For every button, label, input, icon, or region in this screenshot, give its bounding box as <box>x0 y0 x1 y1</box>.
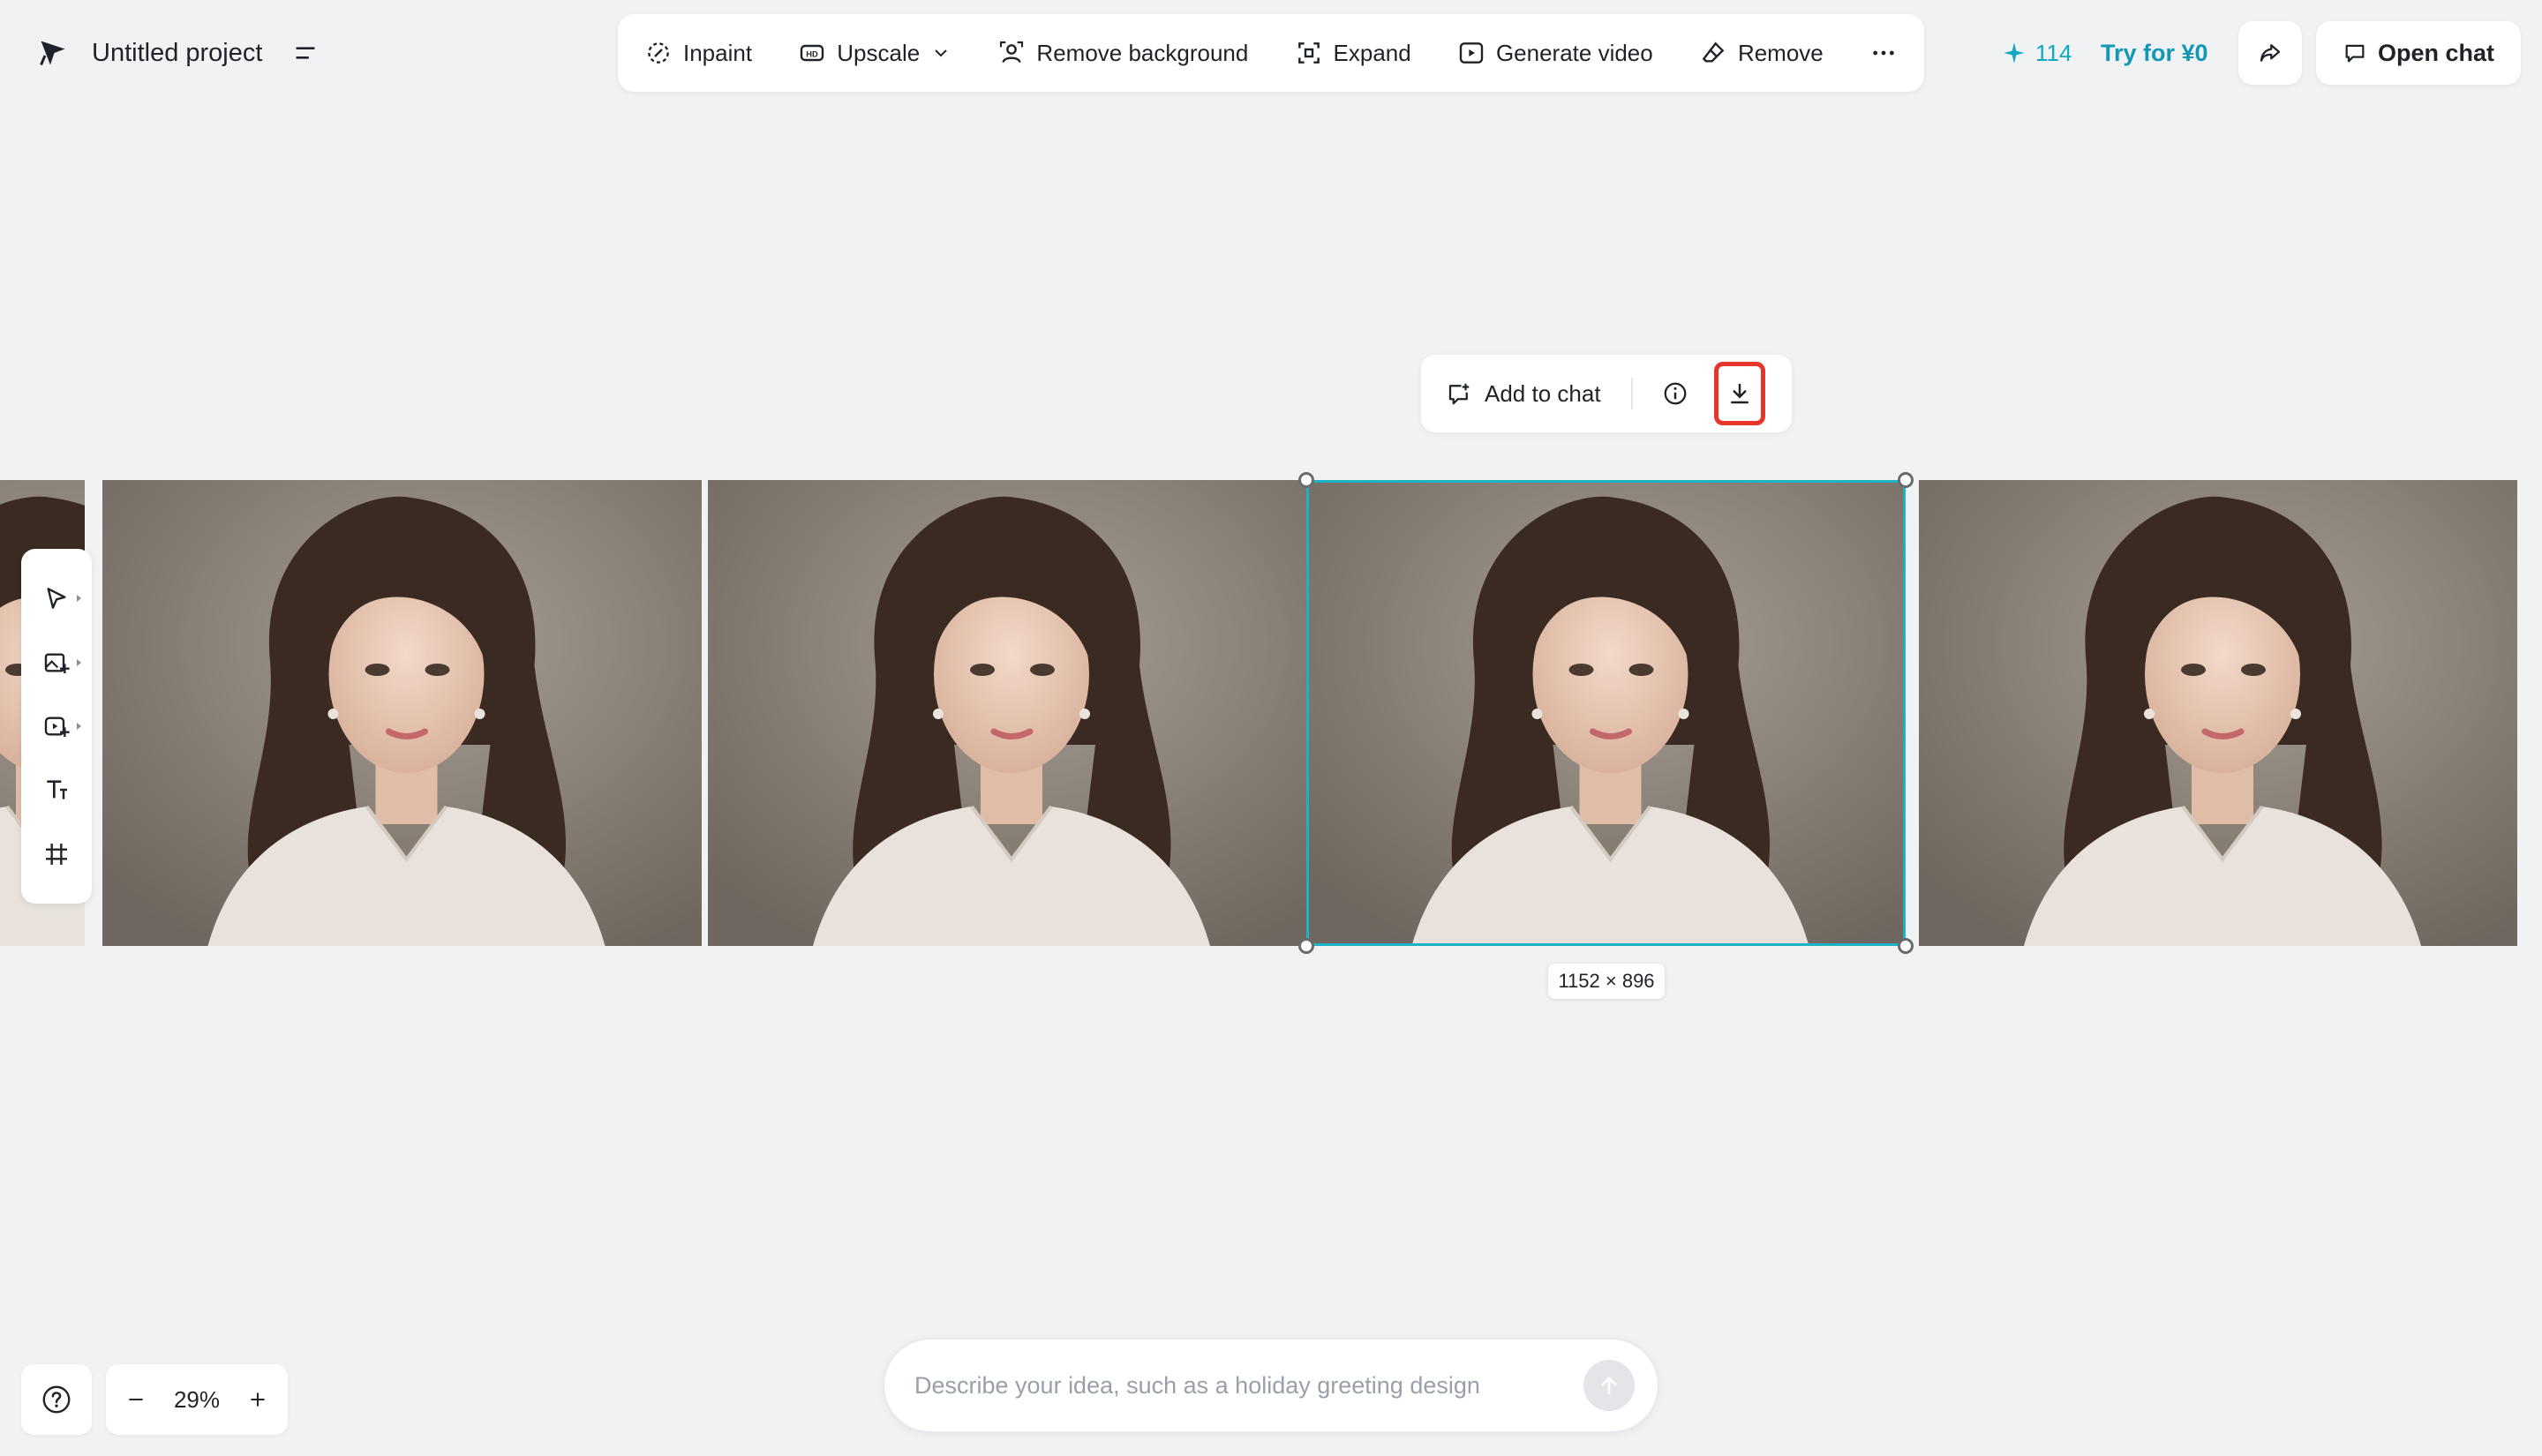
send-button[interactable] <box>1583 1360 1635 1411</box>
open-chat-label: Open chat <box>2377 39 2495 66</box>
expand-label: Expand <box>1333 39 1411 66</box>
image-generate-tool[interactable] <box>30 638 83 687</box>
resize-handle-bottom-right[interactable] <box>1898 938 1914 954</box>
upscale-label: Upscale <box>837 39 921 66</box>
caret-icon <box>77 658 81 666</box>
image-dimensions-label: 1152 × 896 <box>1548 964 1665 999</box>
play-icon <box>1457 39 1485 67</box>
zoom-out-button[interactable] <box>122 1385 150 1414</box>
remove-background-button[interactable]: Remove background <box>992 26 1253 79</box>
download-button[interactable] <box>1713 362 1765 425</box>
portrait-image <box>102 480 702 946</box>
select-tool[interactable] <box>30 574 83 623</box>
image-add-icon <box>42 649 71 677</box>
text-icon <box>42 776 71 804</box>
inpaint-button[interactable]: Inpaint <box>639 26 757 79</box>
minus-icon <box>124 1388 147 1411</box>
portrait-image <box>708 480 1306 946</box>
portrait-image <box>1306 480 1906 946</box>
expand-button[interactable]: Expand <box>1290 26 1417 79</box>
toolbar-divider <box>1630 378 1633 409</box>
try-free-link[interactable]: Try for ¥0 <box>2101 35 2208 71</box>
expand-icon <box>1295 39 1323 67</box>
share-button[interactable] <box>2238 21 2302 85</box>
credits-balance[interactable]: 114 <box>2002 35 2072 71</box>
canvas-image[interactable] <box>708 480 1306 946</box>
resize-handle-top-left[interactable] <box>1298 472 1314 488</box>
project-menu-icon[interactable] <box>291 39 320 67</box>
info-icon <box>1662 380 1688 407</box>
hd-icon: HD <box>798 39 826 67</box>
project-title[interactable]: Untitled project <box>92 35 262 71</box>
remove-background-label: Remove background <box>1036 39 1249 66</box>
pointer-icon <box>42 584 71 612</box>
frame-tool[interactable] <box>30 829 83 879</box>
caret-icon <box>77 595 81 603</box>
add-to-chat-label: Add to chat <box>1485 379 1601 407</box>
resize-handle-bottom-left[interactable] <box>1298 938 1314 954</box>
chat-bubble-icon <box>2343 41 2367 65</box>
more-button[interactable] <box>1864 26 1903 79</box>
canvas-image-selected[interactable] <box>1306 480 1906 946</box>
sparkle-icon <box>2002 41 2027 65</box>
zoom-control: 29% <box>106 1364 288 1435</box>
zoom-in-button[interactable] <box>244 1385 272 1414</box>
video-add-icon <box>42 712 71 740</box>
svg-text:HD: HD <box>807 50 819 59</box>
text-tool[interactable] <box>30 765 83 814</box>
prompt-bar <box>883 1338 1659 1433</box>
open-chat-button[interactable]: Open chat <box>2316 21 2521 85</box>
canvas-image[interactable] <box>1919 480 2517 946</box>
resize-handle-top-right[interactable] <box>1898 472 1914 488</box>
generate-video-button[interactable]: Generate video <box>1452 26 1658 79</box>
eraser-icon <box>1699 39 1727 67</box>
download-icon <box>1726 380 1753 407</box>
chevron-down-icon <box>930 42 951 64</box>
remove-label: Remove <box>1737 39 1824 66</box>
generate-video-label: Generate video <box>1495 39 1653 66</box>
canvas-image[interactable] <box>102 480 702 946</box>
arrow-up-icon <box>1597 1373 1621 1398</box>
app-logo-icon[interactable] <box>37 37 69 69</box>
more-icon <box>1869 39 1898 67</box>
share-icon <box>2257 40 2283 66</box>
video-generate-tool[interactable] <box>30 702 83 751</box>
canvas-tools-sidebar <box>21 549 92 904</box>
info-button[interactable] <box>1656 374 1695 413</box>
remove-button[interactable]: Remove <box>1694 26 1829 79</box>
help-button[interactable] <box>21 1364 92 1435</box>
remove-background-icon <box>997 39 1026 67</box>
add-to-chat-button[interactable]: Add to chat <box>1446 367 1601 420</box>
inpaint-label: Inpaint <box>683 39 753 66</box>
inpaint-icon <box>644 39 673 67</box>
add-to-chat-icon <box>1446 380 1472 407</box>
image-context-toolbar: Add to chat <box>1421 355 1792 432</box>
plus-icon <box>246 1388 269 1411</box>
zoom-level[interactable]: 29% <box>174 1386 220 1414</box>
help-icon <box>41 1384 72 1415</box>
credits-count: 114 <box>2035 39 2072 66</box>
upscale-dropdown[interactable]: HD Upscale <box>793 26 957 79</box>
portrait-image <box>1919 480 2517 946</box>
caret-icon <box>77 722 81 730</box>
frame-icon <box>42 840 71 868</box>
image-tools-toolbar: Inpaint HD Upscale Remove background Exp… <box>618 14 1924 92</box>
prompt-input[interactable] <box>914 1371 1583 1400</box>
